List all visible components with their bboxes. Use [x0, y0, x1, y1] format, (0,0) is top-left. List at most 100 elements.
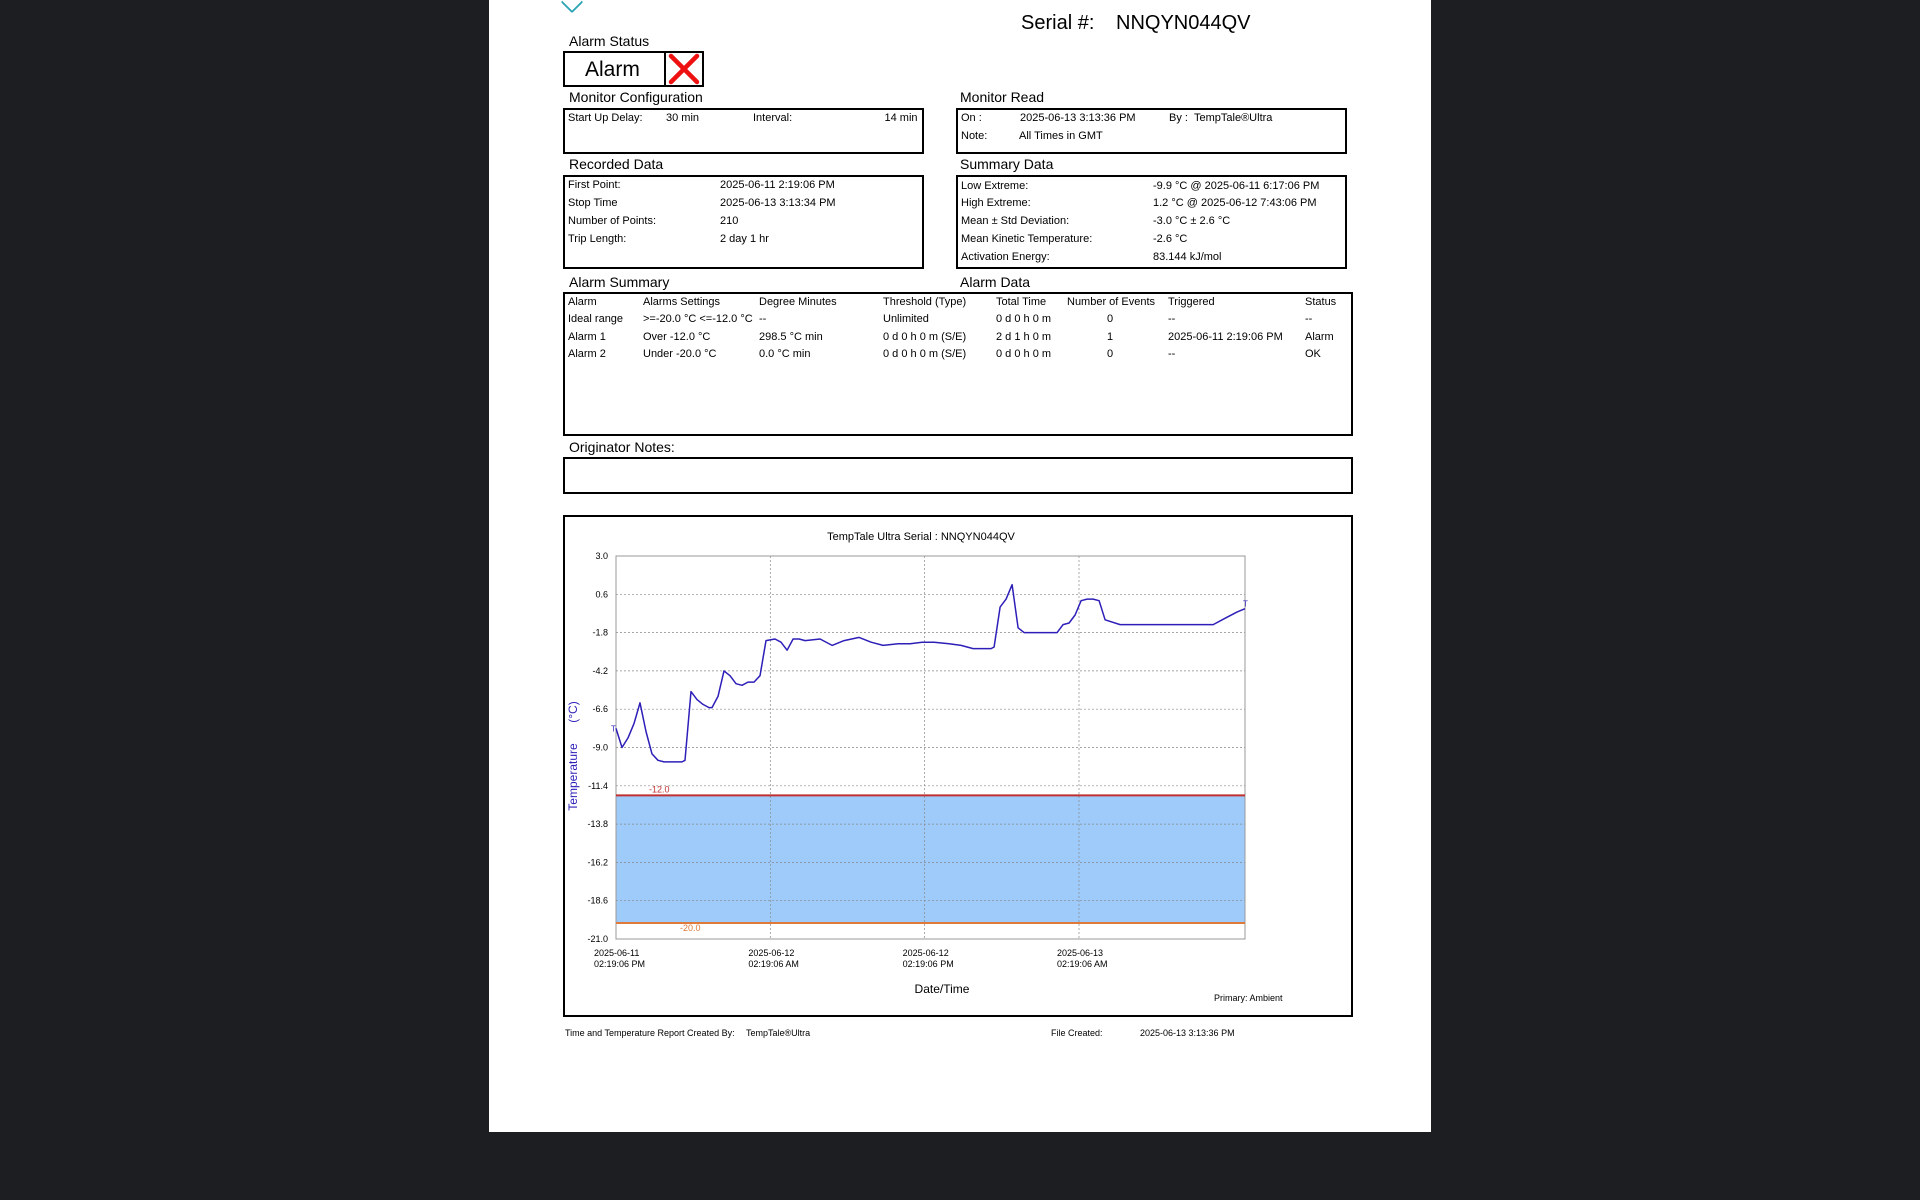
- originator-notes-box: [563, 457, 1353, 494]
- summary-row-label: Low Extreme:: [961, 180, 1029, 192]
- alarm-col-header: Degree Minutes: [759, 296, 837, 308]
- read-by-label: By :: [1169, 112, 1188, 124]
- summary-row-value: -3.0 °C ± 2.6 °C: [1153, 215, 1231, 227]
- recorded-row-label: Trip Length:: [568, 233, 627, 245]
- y-tick-label: -11.4: [588, 781, 608, 791]
- alarm-x-icon: [664, 51, 704, 87]
- summary-row-label: Mean ± Std Deviation:: [961, 215, 1070, 227]
- alarm-status-value: Alarm: [585, 58, 640, 81]
- y-tick-label: -1.8: [592, 628, 608, 638]
- monitor-config-title: Monitor Configuration: [569, 89, 703, 105]
- y-tick-label: -18.6: [587, 896, 608, 906]
- read-on-value: 2025-06-13 3:13:36 PM: [1020, 112, 1136, 124]
- alarm-cell: 0 d 0 h 0 m (S/E): [883, 348, 967, 360]
- alarm-status-box: Alarm: [563, 51, 704, 87]
- report-page: Serial #: NNQYN044QV Alarm Status Alarm …: [489, 0, 1431, 1132]
- alarm-cell: 0: [1106, 348, 1114, 360]
- recorded-row-label: Stop Time: [568, 197, 618, 209]
- alarm-cell: 0 d 0 h 0 m (S/E): [883, 331, 967, 343]
- summary-row-label: Mean Kinetic Temperature:: [961, 233, 1093, 245]
- recorded-row-value: 2025-06-11 2:19:06 PM: [720, 179, 835, 191]
- y-tick-label: 0.6: [595, 589, 608, 599]
- corner-mark-icon: [560, 0, 584, 14]
- alarm-col-header: Alarm: [568, 296, 597, 308]
- alarm-summary-title: Alarm Summary: [569, 274, 670, 290]
- x-tick-date: 2025-06-12: [903, 948, 949, 958]
- x-axis-label: Date/Time: [915, 982, 970, 996]
- summary-row-value: 83.144 kJ/mol: [1153, 251, 1222, 263]
- serial-value: NNQYN044QV: [1116, 12, 1251, 34]
- y-tick-label: 3.0: [595, 551, 608, 561]
- y-tick-label: -21.0: [587, 934, 608, 944]
- y-axis-label: Temperature: [566, 743, 580, 811]
- startup-delay-label: Start Up Delay:: [568, 112, 643, 124]
- footer-created-by-label: Time and Temperature Report Created By:: [565, 1028, 735, 1038]
- alarm-cell: Unlimited: [883, 313, 929, 325]
- x-tick-date: 2025-06-11: [594, 948, 639, 958]
- chart-title: TempTale Ultra Serial : NNQYN044QV: [827, 531, 1015, 543]
- interval-label: Interval:: [753, 112, 793, 124]
- alarm-col-header: Alarms Settings: [643, 296, 721, 308]
- temperature-series-line: [615, 583, 1246, 763]
- alarm-cell: Under -20.0 °C: [643, 348, 717, 360]
- y-axis-unit: (°C): [566, 701, 580, 722]
- alarm-cell: Alarm: [1305, 331, 1334, 343]
- alarm-cell: 2025-06-11 2:19:06 PM: [1168, 331, 1283, 343]
- trip-end-marker: T: [1243, 600, 1248, 609]
- trip-start-marker: T: [611, 724, 616, 733]
- footer-file-created-value: 2025-06-13 3:13:36 PM: [1140, 1028, 1235, 1038]
- alarm-cell: Alarm 1: [568, 331, 606, 343]
- alarm-cell: Over -12.0 °C: [643, 331, 711, 343]
- y-tick-label: -9.0: [592, 743, 608, 753]
- alarm-col-header: Total Time: [996, 296, 1047, 308]
- ideal-range-band: [616, 795, 1245, 924]
- alarm-status-title: Alarm Status: [569, 33, 650, 49]
- alarm-cell: --: [759, 313, 767, 325]
- recorded-row-value: 2025-06-13 3:13:34 PM: [720, 197, 836, 209]
- recorded-row-label: Number of Points:: [568, 215, 657, 227]
- monitor-read-box: On : 2025-06-13 3:13:36 PM By : TempTale…: [956, 108, 1347, 154]
- primary-label: Primary: Ambient: [1214, 993, 1283, 1003]
- summary-row-value: 1.2 °C @ 2025-06-12 7:43:06 PM: [1153, 197, 1317, 209]
- chart-box: TempTale Ultra Serial : NNQYN044QV -12.0…: [563, 515, 1353, 1017]
- x-tick-time: 02:19:06 PM: [594, 959, 645, 969]
- alarm-col-header: Number of Events: [1067, 296, 1156, 308]
- alarm-cell: 0 d 0 h 0 m: [996, 348, 1052, 360]
- summary-data-title: Summary Data: [960, 156, 1054, 172]
- alarm-data-title: Alarm Data: [960, 274, 1031, 290]
- x-tick-date: 2025-06-12: [748, 948, 794, 958]
- x-tick-time: 02:19:06 PM: [903, 959, 954, 969]
- alarm-cell: 1: [1106, 331, 1114, 343]
- originator-notes-title: Originator Notes:: [569, 439, 675, 455]
- monitor-config-box: Start Up Delay: 30 min Interval: 14 min: [563, 108, 924, 154]
- x-tick-time: 02:19:06 AM: [748, 959, 799, 969]
- alarm-cell: Alarm 2: [568, 348, 606, 360]
- alarm-cell: >=-20.0 °C <=-12.0 °C: [643, 313, 753, 325]
- serial-label: Serial #:: [1021, 12, 1095, 34]
- alarm-col-header: Status: [1305, 296, 1337, 308]
- alarm-col-header: Threshold (Type): [883, 296, 967, 308]
- recorded-data-box: First Point: 2025-06-11 2:19:06 PM Stop …: [563, 175, 924, 269]
- x-tick-time: 02:19:06 AM: [1057, 959, 1108, 969]
- recorded-row-label: First Point:: [568, 179, 621, 191]
- footer-created-by-value: TempTale®Ultra: [746, 1028, 811, 1038]
- alarm-cell: 298.5 °C min: [759, 331, 823, 343]
- summary-row-value: -2.6 °C: [1153, 233, 1188, 245]
- summary-row-label: Activation Energy:: [961, 251, 1050, 263]
- alarm-cell: --: [1168, 313, 1176, 325]
- alarm-col-header: Triggered: [1168, 296, 1215, 308]
- interval-value: 14 min: [884, 112, 918, 124]
- alarm-cell: Ideal range: [568, 313, 624, 325]
- monitor-read-title: Monitor Read: [960, 89, 1045, 105]
- temperature-chart: TempTale Ultra Serial : NNQYN044QV -12.0…: [566, 531, 1283, 1003]
- summary-row-label: High Extreme:: [961, 197, 1031, 209]
- alarm-cell: --: [1168, 348, 1176, 360]
- read-on-label: On :: [961, 112, 982, 124]
- alarm-cell: 2 d 1 h 0 m: [996, 331, 1052, 343]
- summary-data-box: Low Extreme: -9.9 °C @ 2025-06-11 6:17:0…: [956, 175, 1347, 269]
- alarm-cell: 0.0 °C min: [759, 348, 811, 360]
- lower-limit-label: -20.0: [680, 923, 701, 933]
- alarm-cell: 0 d 0 h 0 m: [996, 313, 1052, 325]
- alarm-cell: --: [1305, 313, 1313, 325]
- read-note-value: All Times in GMT: [1019, 130, 1103, 142]
